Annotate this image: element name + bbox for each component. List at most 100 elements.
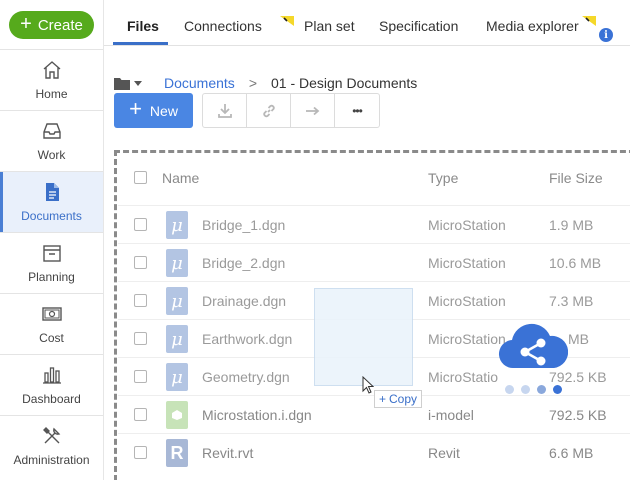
tab-plan-set[interactable]: Plan set — [304, 18, 355, 34]
microstation-icon: μ — [166, 325, 188, 353]
new-feature-flag-icon — [280, 16, 294, 26]
share-cloud-icon — [498, 323, 568, 369]
file-type: i-model — [428, 407, 474, 423]
file-size: MB — [568, 331, 589, 347]
info-icon[interactable]: i — [599, 28, 613, 42]
column-type[interactable]: Type — [428, 170, 458, 186]
table-row[interactable]: μ Bridge_1.dgn MicroStation 1.9 MB — [118, 205, 630, 243]
sidebar-item-label: Documents — [21, 209, 82, 223]
row-checkbox[interactable] — [134, 370, 147, 383]
breadcrumb-root[interactable]: Documents — [164, 75, 235, 91]
new-feature-flag-icon — [582, 16, 596, 26]
file-name[interactable]: Drainage.dgn — [202, 293, 286, 309]
file-size: 10.6 MB — [549, 255, 602, 271]
more-icon: ••• — [352, 103, 363, 118]
drag-preview — [314, 288, 413, 386]
link-icon — [262, 104, 275, 117]
sidebar-item-label: Dashboard — [22, 392, 81, 406]
loading-indicator — [505, 385, 562, 394]
folder-icon — [114, 77, 130, 90]
cost-icon — [41, 307, 62, 321]
planning-icon — [42, 245, 61, 262]
loading-dot — [553, 385, 562, 394]
plus-icon: + — [129, 96, 142, 121]
link-button[interactable] — [247, 94, 291, 127]
plus-icon: + — [20, 13, 32, 35]
file-size: 7.3 MB — [549, 293, 594, 309]
row-checkbox[interactable] — [134, 256, 147, 269]
row-checkbox[interactable] — [134, 332, 147, 345]
sidebar-item-planning[interactable]: Planning — [0, 232, 103, 293]
file-type: MicroStation — [428, 255, 506, 271]
sidebar-item-label: Home — [35, 87, 68, 101]
table-header: Name Type File Size — [118, 158, 630, 198]
imodel-icon — [166, 401, 188, 429]
column-name[interactable]: Name — [162, 170, 199, 186]
caret-down-icon — [134, 80, 142, 86]
sidebar-item-cost[interactable]: Cost — [0, 293, 103, 354]
row-checkbox[interactable] — [134, 294, 147, 307]
sidebar-item-home[interactable]: Home — [0, 49, 103, 110]
tab-connections[interactable]: Connections — [184, 18, 262, 34]
breadcrumb-current: 01 - Design Documents — [271, 75, 418, 91]
imodel-cube-icon — [172, 410, 182, 420]
dashboard-icon — [42, 367, 61, 384]
download-button[interactable] — [203, 94, 247, 127]
sidebar-item-administration[interactable]: Administration — [0, 415, 103, 476]
microstation-icon: μ — [166, 363, 188, 391]
file-name[interactable]: Bridge_2.dgn — [202, 255, 285, 271]
tools-icon — [42, 427, 60, 444]
new-button[interactable]: + New — [114, 93, 193, 128]
tab-files[interactable]: Files — [127, 18, 159, 34]
row-checkbox[interactable] — [134, 408, 147, 421]
move-button[interactable] — [291, 94, 335, 127]
tab-specification[interactable]: Specification — [379, 18, 458, 34]
microstation-icon: μ — [166, 249, 188, 277]
file-type: MicroStation — [428, 293, 506, 309]
file-name[interactable]: Revit.rvt — [202, 445, 253, 461]
create-label: Create — [37, 16, 83, 34]
revit-icon: R — [166, 439, 188, 467]
select-all-checkbox[interactable] — [134, 171, 147, 184]
column-file-size[interactable]: File Size — [549, 170, 603, 186]
sidebar-item-documents[interactable]: Documents — [0, 171, 103, 232]
sidebar-item-label: Administration — [13, 453, 90, 467]
file-name[interactable]: Geometry.dgn — [202, 369, 290, 385]
loading-dot — [521, 385, 530, 394]
new-button-label: New — [149, 102, 178, 119]
sidebar-item-dashboard[interactable]: Dashboard — [0, 354, 103, 415]
file-name[interactable]: Bridge_1.dgn — [202, 217, 285, 233]
row-checkbox[interactable] — [134, 218, 147, 231]
plus-icon: + — [379, 392, 387, 406]
create-button[interactable]: + Create — [9, 11, 94, 39]
sidebar-item-label: Planning — [28, 270, 75, 284]
table-row[interactable]: R Revit.rvt Revit 6.6 MB — [118, 433, 630, 471]
active-tab-indicator — [113, 42, 168, 45]
mouse-pointer-icon — [362, 376, 374, 394]
sidebar-item-work[interactable]: Work — [0, 110, 103, 171]
microstation-icon: μ — [166, 211, 188, 239]
file-name[interactable]: Earthwork.dgn — [202, 331, 292, 347]
table-row[interactable]: μ Bridge_2.dgn MicroStation 10.6 MB — [118, 243, 630, 281]
loading-dot — [505, 385, 514, 394]
more-options-button[interactable]: ••• — [335, 94, 379, 127]
file-name[interactable]: Microstation.i.dgn — [202, 407, 312, 423]
file-type: MicroStation — [428, 217, 506, 233]
home-icon — [43, 61, 60, 79]
row-checkbox[interactable] — [134, 446, 147, 459]
sidebar-item-label: Cost — [39, 331, 64, 345]
tab-media-explorer[interactable]: Media explorer — [486, 18, 579, 34]
copy-tooltip: + Copy — [374, 390, 423, 408]
breadcrumb: Documents > 01 - Design Documents — [114, 74, 417, 92]
file-size: 792.5 KB — [549, 407, 607, 423]
file-type: Revit — [428, 445, 460, 461]
breadcrumb-separator: > — [248, 75, 257, 91]
file-action-toolbar: ••• — [202, 93, 380, 128]
inbox-icon — [42, 123, 61, 139]
folder-menu[interactable] — [114, 77, 142, 90]
copy-label: Copy — [389, 392, 418, 406]
file-size: 6.6 MB — [549, 445, 594, 461]
file-size: 1.9 MB — [549, 217, 594, 233]
file-type: MicroStation — [428, 331, 506, 347]
sidebar-item-label: Work — [37, 148, 66, 162]
